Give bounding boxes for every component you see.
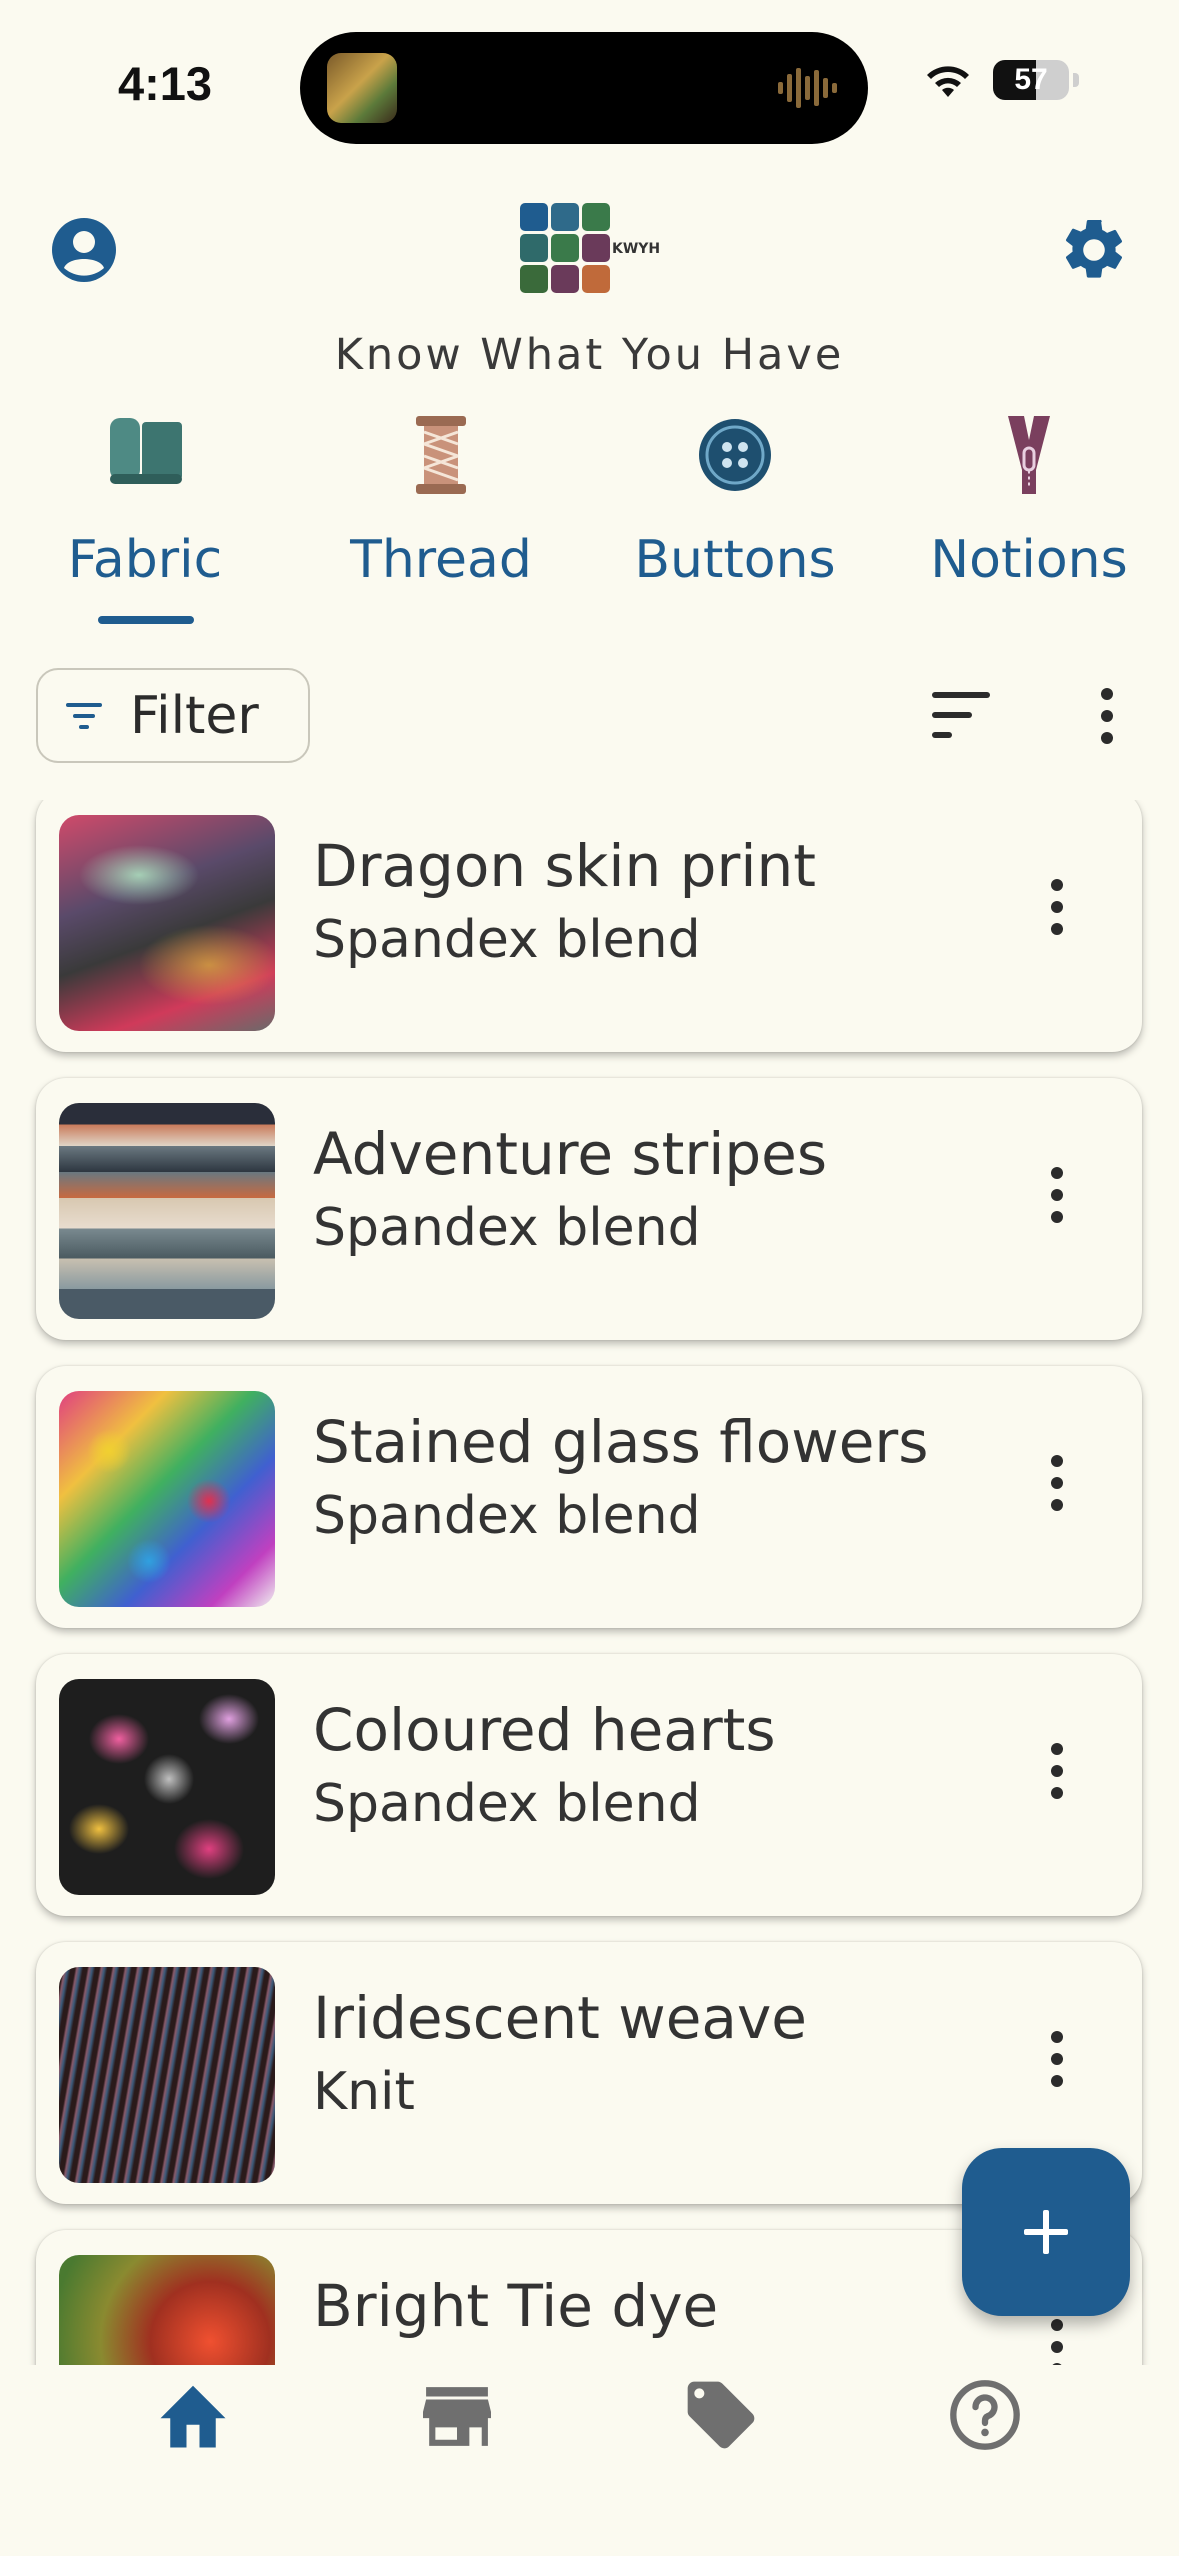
fabric-thumbnail <box>59 815 275 1031</box>
account-icon[interactable] <box>48 214 120 286</box>
tab-label-thread: Thread <box>350 530 532 590</box>
more-options-icon[interactable] <box>1090 684 1124 748</box>
nav-store[interactable] <box>310 2365 604 2465</box>
list-item[interactable]: Dragon skin print Spandex blend <box>36 800 1142 1052</box>
item-subtitle: Spandex blend <box>313 910 701 970</box>
list-item[interactable]: Coloured hearts Spandex blend <box>36 1654 1142 1916</box>
app-title: Know What You Have <box>334 330 845 380</box>
now-playing-thumbnail <box>327 53 397 123</box>
bottom-navigation <box>0 2365 1179 2556</box>
battery-indicator: 57 <box>993 60 1069 100</box>
item-title: Bright Tie dye <box>313 2272 719 2340</box>
fabric-thumbnail <box>59 1679 275 1895</box>
item-more-icon[interactable] <box>1040 2027 1074 2091</box>
tab-thread[interactable]: Thread <box>296 410 586 590</box>
item-title: Adventure stripes <box>313 1120 828 1188</box>
tab-label-fabric: Fabric <box>67 530 223 590</box>
filter-button[interactable]: Filter <box>36 668 310 763</box>
item-subtitle: Spandex blend <box>313 1774 701 1834</box>
help-icon <box>950 2380 1020 2450</box>
list-item[interactable]: Adventure stripes Spandex blend <box>36 1078 1142 1340</box>
settings-gear-icon[interactable] <box>1058 214 1130 286</box>
item-title: Coloured hearts <box>313 1696 776 1764</box>
item-subtitle: Spandex blend <box>313 1198 701 1258</box>
thread-spool-icon <box>416 416 466 494</box>
tag-icon <box>687 2381 755 2449</box>
item-title: Dragon skin print <box>313 832 816 900</box>
item-title: Iridescent weave <box>313 1984 807 2052</box>
nav-tags[interactable] <box>574 2365 868 2465</box>
battery-level: 57 <box>1014 63 1048 96</box>
nav-help[interactable] <box>838 2365 1132 2465</box>
zipper-icon <box>1008 416 1050 494</box>
item-subtitle: Knit <box>313 2062 415 2122</box>
fabric-bolt-icon <box>110 418 182 484</box>
item-more-icon[interactable] <box>1040 1163 1074 1227</box>
item-title: Stained glass flowers <box>313 1408 929 1476</box>
filter-icon <box>66 702 102 729</box>
fabric-thumbnail <box>59 1391 275 1607</box>
nav-home[interactable] <box>46 2365 340 2465</box>
tab-fabric[interactable]: Fabric <box>0 410 290 624</box>
wifi-icon <box>927 66 969 97</box>
add-item-button[interactable] <box>962 2148 1130 2316</box>
store-icon <box>423 2387 491 2446</box>
item-more-icon[interactable] <box>1040 1739 1074 1803</box>
home-icon <box>160 2385 226 2448</box>
sort-icon[interactable] <box>930 688 996 744</box>
audio-wave-icon <box>778 68 837 108</box>
button-icon <box>699 419 771 491</box>
item-more-icon[interactable] <box>1040 875 1074 939</box>
app-logo: KWYH <box>520 203 660 295</box>
list-item[interactable]: Stained glass flowers Spandex blend <box>36 1366 1142 1628</box>
category-tabs: Fabric Thread Buttons Notions <box>0 410 1179 630</box>
fabric-thumbnail <box>59 1967 275 2183</box>
filter-label: Filter <box>130 685 259 746</box>
item-more-icon[interactable] <box>1040 2315 1074 2365</box>
fabric-thumbnail <box>59 1103 275 1319</box>
fabric-thumbnail <box>59 2255 275 2365</box>
logo-text: KWYH <box>612 241 661 257</box>
tab-selected-indicator <box>98 616 194 624</box>
item-more-icon[interactable] <box>1040 1451 1074 1515</box>
plus-icon <box>1024 2210 1068 2254</box>
dynamic-island <box>300 32 868 144</box>
status-time: 4:13 <box>118 57 213 110</box>
tab-buttons[interactable]: Buttons <box>590 410 880 590</box>
fabric-list: Dragon skin print Spandex blend Adventur… <box>0 800 1179 2365</box>
tab-label-notions: Notions <box>930 530 1128 590</box>
item-subtitle: Spandex blend <box>313 1486 701 1546</box>
tab-notions[interactable]: Notions <box>884 410 1174 590</box>
tab-label-buttons: Buttons <box>634 530 836 590</box>
